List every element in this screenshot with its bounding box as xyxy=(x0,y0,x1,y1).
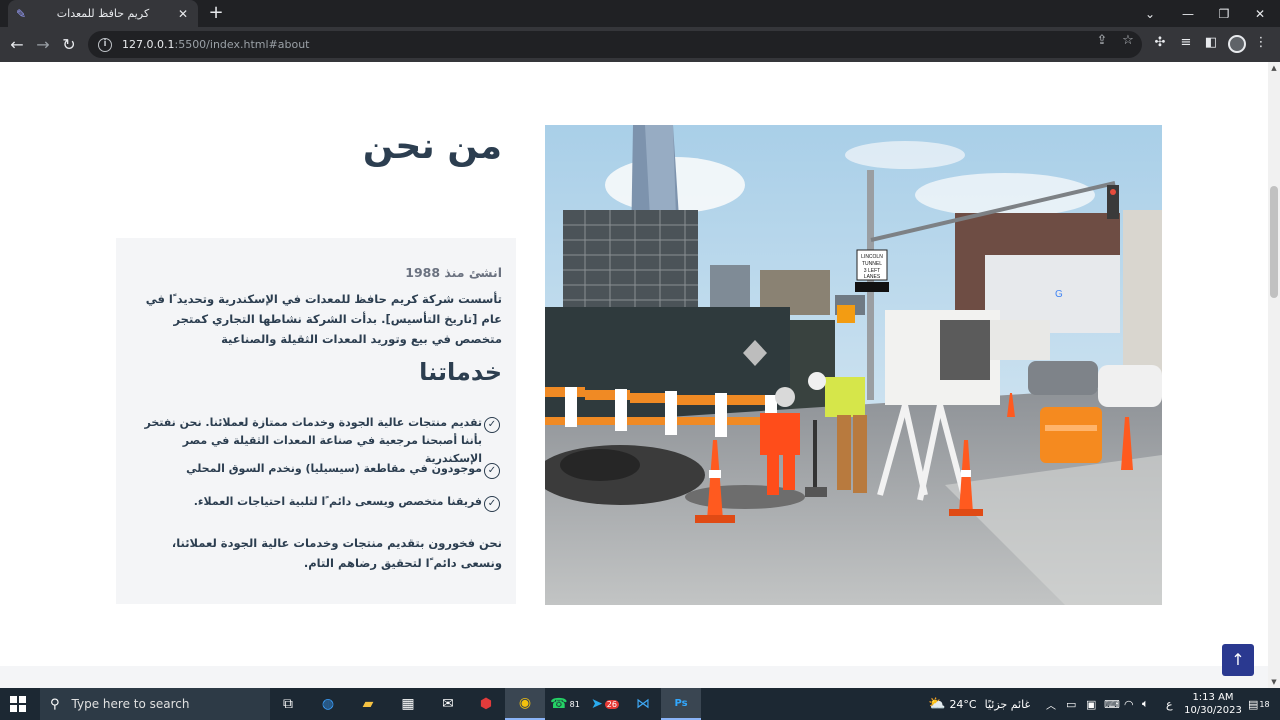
menu-dots-icon[interactable]: ⋮ xyxy=(1252,35,1270,50)
notification-count: 18 xyxy=(1259,699,1270,709)
service-text: موجودون في مقاطعة (سيسيليا) ونخدم السوق … xyxy=(186,462,482,475)
windows-start-icon[interactable] xyxy=(10,696,26,712)
telegram-icon[interactable]: ➤ 26 xyxy=(585,688,625,720)
service-text: فريقنا متخصص ويسعى دائم ًا لتلبية احتياج… xyxy=(193,495,482,508)
clock-time: 1:13 AM xyxy=(1192,692,1234,703)
services-heading: خدماتنا xyxy=(419,358,502,386)
reading-list-icon[interactable]: ≡ xyxy=(1177,35,1195,50)
share-icon[interactable]: ⇪ xyxy=(1094,33,1110,48)
forward-arrow-icon[interactable]: → xyxy=(32,33,54,55)
profile-avatar[interactable] xyxy=(1228,35,1246,53)
edge-browser-icon[interactable]: ◍ xyxy=(308,688,348,720)
about-outro: نحن فخورون بتقديم منتجات وخدمات عالية ال… xyxy=(171,536,502,570)
page-scrollbar[interactable]: ▲ ▼ xyxy=(1268,62,1280,688)
input-language[interactable]: ع xyxy=(1166,688,1173,720)
page-viewport: من نحن انشئ منذ 1988 تأسست شركة كريم حاف… xyxy=(0,62,1268,688)
site-info-icon[interactable]: i xyxy=(98,37,112,52)
security-app-icon[interactable]: ⬢ xyxy=(466,688,506,720)
chrome-browser-icon[interactable]: ◉ xyxy=(505,688,545,720)
wifi-icon[interactable]: ◠ xyxy=(1124,688,1134,720)
whatsapp-badge: 81 xyxy=(569,699,580,709)
taskbar-search-box[interactable]: ⚲ Type here to search xyxy=(40,688,270,720)
volume-icon[interactable]: 🔈︎ xyxy=(1142,688,1149,720)
check-circle-icon: ✓ xyxy=(484,463,500,479)
tab-close-icon[interactable]: ✕ xyxy=(176,7,190,21)
vscode-icon[interactable]: ⋈ xyxy=(623,688,663,720)
microsoft-store-icon[interactable]: ▦ xyxy=(388,688,428,720)
mail-icon[interactable]: ✉ xyxy=(428,688,468,720)
site-favicon-icon: ✎ xyxy=(16,6,27,21)
clock-date: 10/30/2023 xyxy=(1184,705,1242,716)
check-circle-icon: ✓ xyxy=(484,417,500,433)
meet-now-icon[interactable]: ▭ xyxy=(1066,688,1076,720)
service-item: ✓ موجودون في مقاطعة (سيسيليا) ونخدم السو… xyxy=(130,460,500,479)
scroll-down-arrow-icon[interactable]: ▼ xyxy=(1268,676,1280,688)
side-panel-icon[interactable]: ◧ xyxy=(1202,35,1220,50)
close-window-button[interactable]: ✕ xyxy=(1242,0,1278,27)
taskbar-search-placeholder: Type here to search xyxy=(71,697,190,711)
keyboard-icon[interactable]: ⌨ xyxy=(1104,688,1120,720)
telegram-badge: 26 xyxy=(604,699,619,709)
check-circle-icon: ✓ xyxy=(484,496,500,512)
weather-condition: غائم جزئيًا xyxy=(984,697,1031,711)
tab-search-chevron-icon[interactable]: ⌄ xyxy=(1132,0,1168,27)
next-section-band xyxy=(0,666,1268,688)
photoshop-icon[interactable]: Ps xyxy=(661,688,701,720)
back-arrow-icon[interactable]: ← xyxy=(6,33,28,55)
scroll-up-arrow-icon[interactable]: ▲ xyxy=(1268,62,1280,74)
new-tab-button[interactable]: + xyxy=(206,3,226,23)
billboard-google-logo: G xyxy=(1055,289,1063,300)
whatsapp-icon[interactable]: ☎ 81 xyxy=(545,688,585,720)
tunnel-sign-line: TUNNEL xyxy=(862,261,882,267)
minimize-button[interactable]: — xyxy=(1170,0,1206,27)
about-heading: من نحن xyxy=(362,126,502,167)
scrollbar-thumb[interactable] xyxy=(1270,186,1278,298)
back-to-top-button[interactable]: ↑ xyxy=(1222,644,1254,676)
task-view-icon[interactable]: ⧉ xyxy=(268,688,308,720)
address-bar[interactable]: i 127.0.0.1:5500/index.html#about xyxy=(88,31,1142,58)
url-text: 127.0.0.1:5500/index.html#about xyxy=(122,38,310,51)
extensions-puzzle-icon[interactable]: ✣ xyxy=(1151,35,1169,50)
established-since: انشئ منذ 1988 xyxy=(405,265,502,280)
about-intro: تأسست شركة كريم حافظ للمعدات في الإسكندر… xyxy=(145,292,502,346)
browser-tab-bar: ✎ كريم حافظ للمعدات ✕ + ⌄ — ❐ ✕ xyxy=(0,0,1280,27)
display-icon[interactable]: ▣ xyxy=(1086,688,1096,720)
tab-title: كريم حافظ للمعدات xyxy=(56,7,150,20)
tunnel-sign-line: LANES xyxy=(864,274,881,280)
tunnel-sign-line: LINCOLN xyxy=(861,254,883,260)
notifications-icon[interactable]: ▤ 18 xyxy=(1248,688,1270,720)
partly-cloudy-icon: ⛅ xyxy=(928,696,946,712)
windows-taskbar: ⚲ Type here to search ⧉ ◍ ▰ ▦ ✉ ⬢ ◉ ☎ 81 … xyxy=(0,688,1280,720)
weather-widget[interactable]: ⛅ 24°C غائم جزئيًا xyxy=(928,688,1030,720)
taskbar-clock[interactable]: 1:13 AM 10/30/2023 xyxy=(1180,691,1246,717)
weather-temp: 24°C xyxy=(949,697,977,711)
file-explorer-icon[interactable]: ▰ xyxy=(348,688,388,720)
tray-overflow-chevron-icon[interactable]: ︿ xyxy=(1046,688,1056,720)
service-item: ✓ فريقنا متخصص ويسعى دائم ًا لتلبية احتي… xyxy=(130,493,500,512)
reload-icon[interactable]: ↻ xyxy=(58,33,80,55)
restore-button[interactable]: ❐ xyxy=(1206,0,1242,27)
browser-tab[interactable]: ✎ كريم حافظ للمعدات ✕ xyxy=(8,0,198,27)
browser-toolbar: ← → ↻ i 127.0.0.1:5500/index.html#about … xyxy=(0,27,1280,62)
bookmark-star-icon[interactable]: ☆ xyxy=(1120,33,1136,48)
search-icon: ⚲ xyxy=(50,696,60,712)
construction-photo: G LINCOLN TUNNEL 3 LEFT LANES xyxy=(545,125,1162,605)
